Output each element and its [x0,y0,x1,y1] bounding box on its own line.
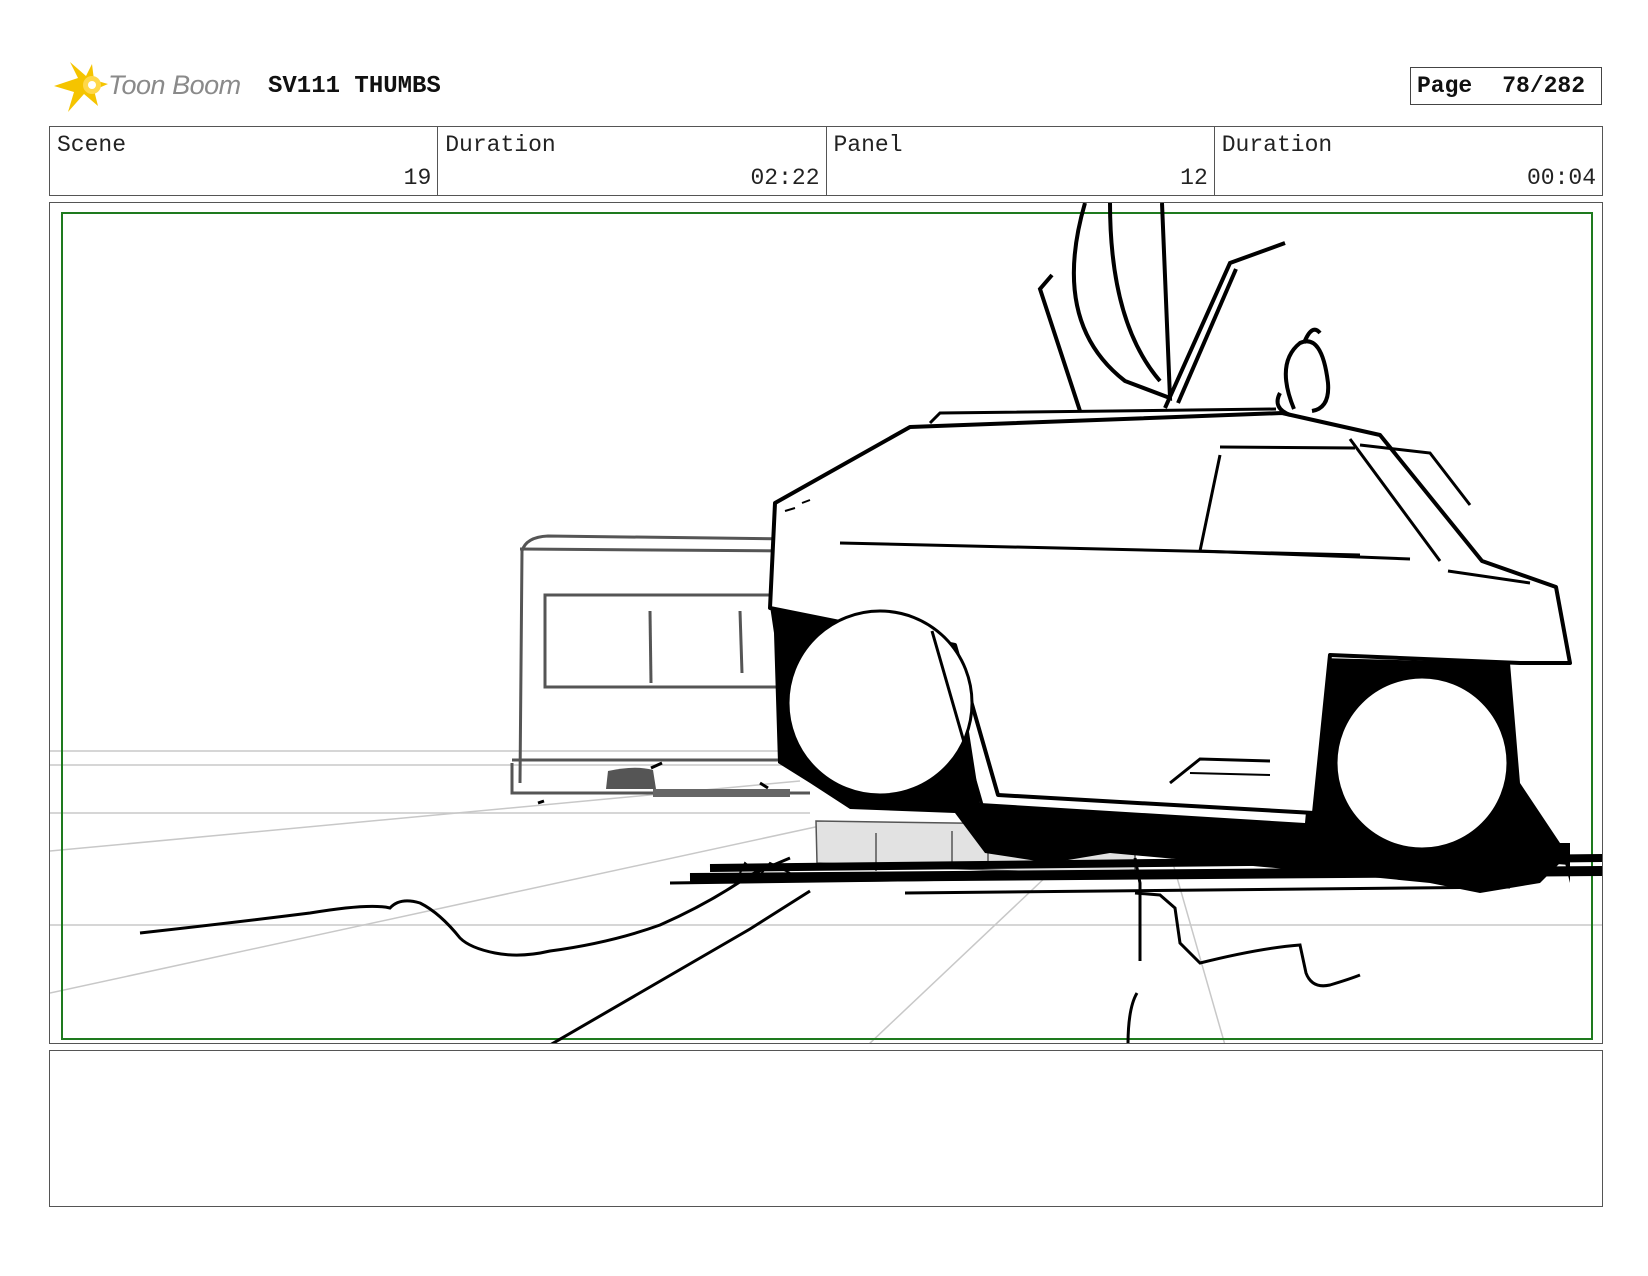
bus-wheel-shadow [606,767,656,789]
panel-sketch [50,203,1602,1043]
brand-name: Toon Boom [108,70,241,100]
scene-value: 19 [403,165,432,191]
panel-duration-label: Duration [1221,132,1333,158]
page-label: Page [1417,73,1473,99]
panel-label: Panel [833,132,903,158]
roof-mount [1037,203,1331,417]
background-bus [510,534,810,795]
document-title: SV111 THUMBS [268,73,441,100]
page-indicator: Page 78/282 [1410,67,1602,105]
panel-value: 12 [1180,165,1208,191]
panel-duration-cell: Duration 00:04 [1215,127,1602,195]
armored-vehicle [768,407,1572,893]
scene-duration-cell: Duration 02:22 [438,127,827,195]
panel-info-row: Scene 19 Duration 02:22 Panel 12 Duratio… [49,126,1603,196]
toon-boom-comet-icon [54,62,108,112]
scene-duration-label: Duration [445,132,556,158]
panel-duration-value: 00:04 [1526,165,1596,191]
scene-duration-value: 02:22 [750,165,820,191]
panel-notes-area [49,1050,1603,1207]
scene-label: Scene [57,132,127,158]
toon-boom-logo: Toon Boom [52,58,252,114]
page-number: 78/282 [1502,73,1586,99]
storyboard-panel [49,202,1603,1044]
scene-cell: Scene 19 [50,127,439,195]
panel-cell: Panel 12 [827,127,1215,195]
